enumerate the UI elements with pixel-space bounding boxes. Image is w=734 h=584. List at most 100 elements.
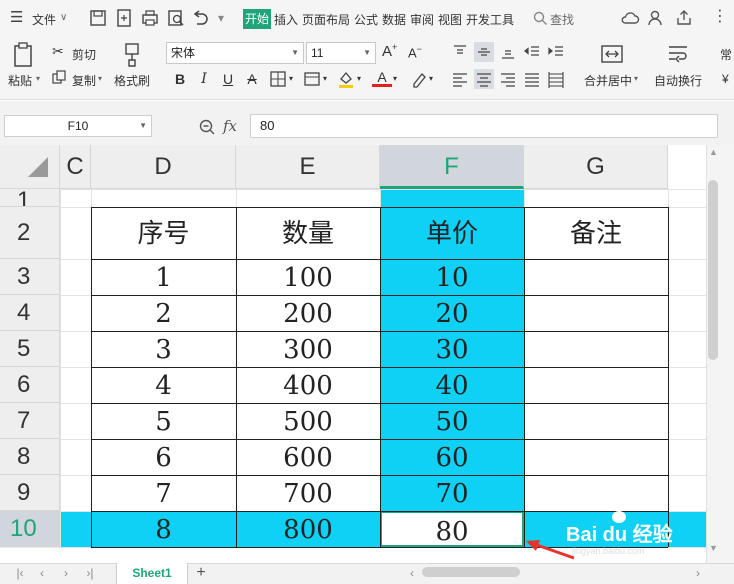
file-menu[interactable]: 文件 [32, 11, 56, 28]
table-header-cell[interactable]: 单价 [380, 207, 524, 259]
paste-button[interactable]: 粘贴 [8, 72, 32, 89]
previous-sheet-icon[interactable]: ‹ [34, 563, 50, 584]
format-painter-button[interactable]: 格式刷 [114, 72, 150, 89]
tab-page-layout[interactable]: 页面布局 [302, 11, 350, 28]
table-cell[interactable]: 600 [236, 439, 380, 475]
table-cell[interactable]: 4 [91, 367, 236, 403]
clear-format-dropdown-icon[interactable]: ▾ [426, 69, 436, 89]
align-top-icon[interactable] [450, 42, 470, 62]
name-box[interactable]: F10 ▼ [4, 115, 152, 137]
horizontal-scroll-thumb[interactable] [422, 567, 520, 577]
copy-icon[interactable] [52, 70, 66, 84]
table-cell[interactable]: 5 [91, 403, 236, 439]
wrap-text-button[interactable]: 自动换行 [654, 72, 702, 89]
next-sheet-icon[interactable]: › [58, 563, 74, 584]
search-icon[interactable] [532, 10, 548, 26]
export-pdf-icon[interactable] [114, 8, 134, 28]
search-label[interactable]: 查找 [550, 11, 574, 28]
row-header-10[interactable]: 10 [0, 511, 60, 547]
insert-function-icon[interactable]: fx [223, 117, 237, 135]
increase-indent-icon[interactable] [546, 42, 566, 62]
increase-font-size-icon[interactable]: A+ [382, 42, 397, 60]
add-sheet-button[interactable]: + [192, 563, 210, 584]
row-header-6[interactable]: 6 [0, 367, 60, 403]
tab-developer[interactable]: 开发工具 [466, 11, 514, 28]
format-painter-icon[interactable] [122, 42, 142, 68]
file-menu-chevron-icon[interactable]: ∨ [60, 12, 67, 23]
distributed-align-icon[interactable] [546, 69, 566, 89]
table-cell[interactable] [524, 295, 668, 331]
worksheet-grid[interactable]: CDEFG 1234567891011 序号数量单价备注110010220020… [0, 145, 706, 548]
paste-dropdown-icon[interactable]: ▾ [36, 74, 40, 83]
cell-style-icon[interactable] [302, 69, 322, 89]
merge-center-button[interactable]: 合并居中 [584, 72, 632, 89]
row-header-8[interactable]: 8 [0, 439, 60, 475]
more-options-icon[interactable]: ⋮ [712, 6, 728, 26]
currency-format-button[interactable]: ¥ [722, 72, 729, 86]
column-header-d[interactable]: D [91, 145, 236, 189]
zoom-icon[interactable] [198, 118, 216, 136]
table-cell[interactable] [524, 331, 668, 367]
copy-dropdown-icon[interactable]: ▾ [98, 74, 102, 83]
bold-icon[interactable]: B [170, 69, 190, 89]
cut-button[interactable]: 剪切 [72, 46, 96, 63]
number-format-select[interactable]: 常 [720, 46, 732, 63]
decrease-font-size-icon[interactable]: A− [408, 44, 422, 60]
cut-icon[interactable]: ✂ [52, 43, 64, 60]
save-icon[interactable] [88, 8, 108, 28]
row-header-11[interactable]: 11 [0, 547, 60, 548]
copy-button[interactable]: 复制 [72, 72, 96, 89]
font-color-dropdown-icon[interactable]: ▾ [390, 69, 400, 89]
paste-icon[interactable] [12, 42, 34, 68]
more-quick-access-icon[interactable]: ▾ [218, 11, 224, 25]
print-icon[interactable] [140, 8, 160, 28]
table-cell[interactable]: 70 [380, 475, 524, 511]
collaborate-user-icon[interactable] [646, 8, 666, 28]
table-cell[interactable] [524, 367, 668, 403]
fill-color-icon[interactable] [336, 69, 356, 89]
formula-input[interactable]: 80 [250, 114, 718, 138]
share-icon[interactable] [674, 8, 694, 28]
column-header-f[interactable]: F [380, 145, 524, 189]
font-color-icon[interactable]: A [372, 69, 392, 87]
column-header-c[interactable]: C [60, 145, 91, 189]
table-header-cell[interactable]: 序号 [91, 207, 236, 259]
align-right-icon[interactable] [498, 69, 518, 89]
scroll-down-icon[interactable]: ▼ [709, 543, 718, 553]
table-header-cell[interactable]: 数量 [236, 207, 380, 259]
table-cell[interactable]: 7 [91, 475, 236, 511]
table-cell[interactable]: 8 [91, 511, 236, 547]
table-cell[interactable]: 40 [380, 367, 524, 403]
merge-center-icon[interactable] [600, 42, 624, 66]
tab-insert[interactable]: 插入 [274, 11, 298, 28]
last-sheet-icon[interactable]: ›| [82, 563, 98, 584]
merge-dropdown-icon[interactable]: ▾ [634, 74, 638, 83]
table-cell[interactable]: 100 [236, 259, 380, 295]
align-middle-icon[interactable] [474, 42, 494, 62]
table-cell[interactable]: 1 [91, 259, 236, 295]
clear-format-icon[interactable] [408, 69, 428, 89]
row-header-2[interactable]: 2 [0, 207, 60, 259]
borders-icon[interactable] [268, 69, 288, 89]
scroll-left-icon[interactable]: ‹ [404, 563, 420, 584]
wrap-text-icon[interactable] [666, 42, 690, 66]
print-preview-icon[interactable] [166, 8, 186, 28]
table-cell[interactable]: 700 [236, 475, 380, 511]
table-cell[interactable]: 300 [236, 331, 380, 367]
scroll-right-icon[interactable]: › [690, 563, 706, 584]
row-header-3[interactable]: 3 [0, 259, 60, 295]
row-header-5[interactable]: 5 [0, 331, 60, 367]
table-cell[interactable]: 500 [236, 403, 380, 439]
font-name-select[interactable]: 宋体 ▼ [166, 42, 304, 64]
table-cell[interactable]: 60 [380, 439, 524, 475]
row-header-1[interactable]: 1 [0, 189, 60, 207]
first-sheet-icon[interactable]: |‹ [12, 563, 28, 584]
table-cell[interactable]: 400 [236, 367, 380, 403]
font-size-select[interactable]: 11 ▼ [306, 42, 376, 64]
table-cell[interactable] [524, 403, 668, 439]
vertical-scroll-thumb[interactable] [708, 180, 718, 360]
underline-icon[interactable]: U [218, 69, 238, 89]
table-header-cell[interactable]: 备注 [524, 207, 668, 259]
undo-icon[interactable] [190, 8, 210, 28]
table-cell[interactable]: 50 [380, 403, 524, 439]
